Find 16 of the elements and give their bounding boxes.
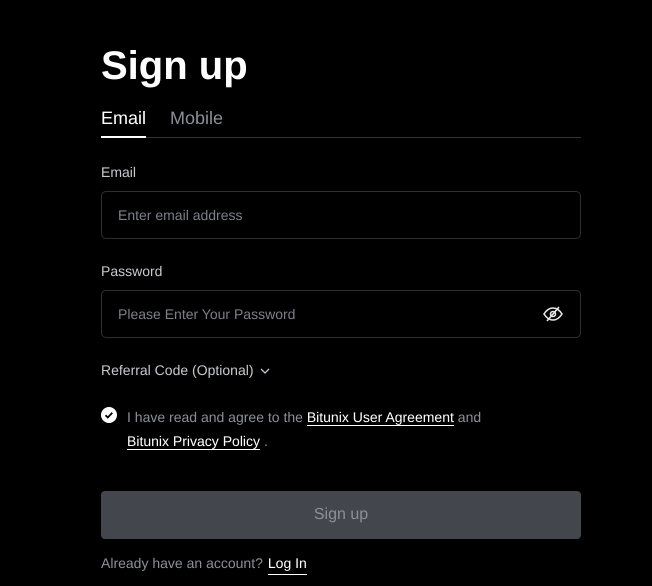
- agreement-link[interactable]: Bitunix User Agreement: [306, 409, 454, 426]
- page-title: Sign up: [101, 43, 248, 90]
- email-field[interactable]: Enter email address: [101, 191, 581, 239]
- chevron-icon: [260, 368, 270, 374]
- agreement-link[interactable]: Bitunix Privacy Policy: [127, 433, 260, 450]
- tab[interactable]: Mobile: [170, 106, 224, 138]
- login-link[interactable]: Log In: [268, 553, 307, 575]
- tab[interactable]: Email: [101, 106, 146, 138]
- referral-code-toggle[interactable]: Referral Code (Optional): [101, 360, 270, 381]
- login-prompt: Already have an account?: [101, 554, 263, 573]
- hidden-eye-icon[interactable]: [543, 306, 563, 322]
- field-label: Password: [101, 262, 162, 281]
- password-field[interactable]: Please Enter Your Password: [101, 290, 581, 338]
- agreement-text: I have read and agree to the Bitunix User Agreement and Bitunix Privacy Policy .: [127, 408, 482, 452]
- checkbox[interactable]: [101, 407, 117, 423]
- field-label: Email: [101, 163, 136, 182]
